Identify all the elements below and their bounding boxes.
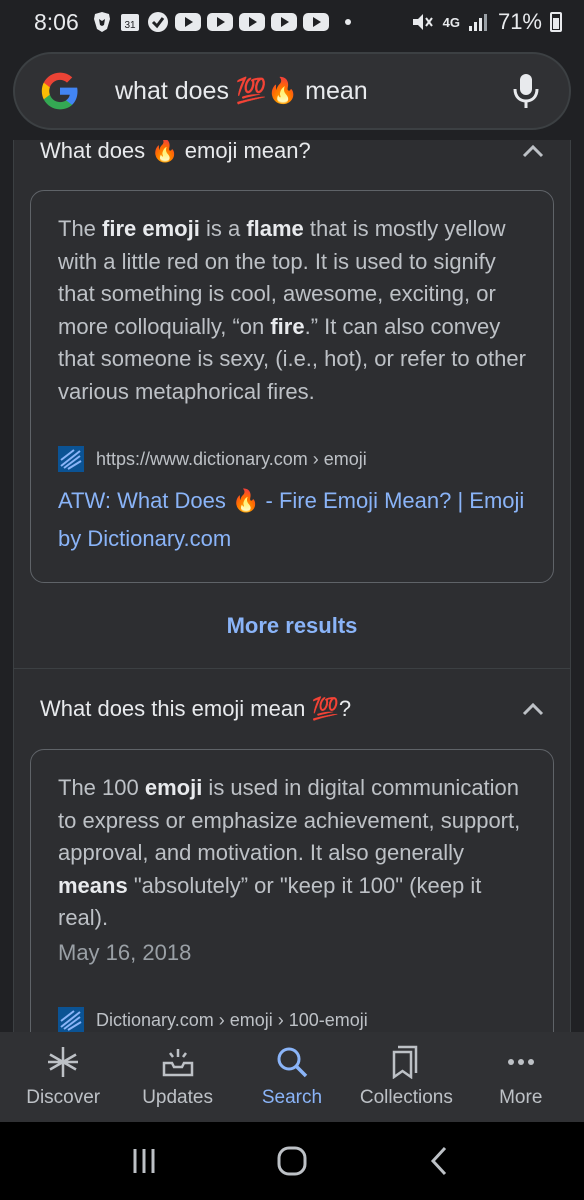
search-input[interactable]: what does 💯🔥 mean — [115, 77, 511, 106]
source-url[interactable]: https://www.dictionary.com › emoji — [96, 449, 367, 470]
home-icon[interactable] — [276, 1145, 308, 1177]
nav-updates[interactable]: Updates — [123, 1045, 233, 1109]
bottom-nav: Discover Updates Search Collections More — [0, 1032, 584, 1122]
youtube-icon — [302, 13, 329, 31]
dictionary-favicon — [58, 446, 84, 472]
more-dots-icon — [507, 1059, 534, 1065]
system-indicators: 4G 71% — [411, 9, 562, 35]
nav-label: Collections — [359, 1087, 453, 1108]
result-link[interactable]: ATW: What Does 🔥 - Fire Emoji Mean? | Em… — [58, 482, 527, 558]
answer-card-1: The fire emoji is a flame that is mostly… — [30, 190, 554, 583]
source-row[interactable]: https://www.dictionary.com › emoji — [58, 446, 527, 472]
mute-icon — [412, 14, 433, 30]
nav-label: Updates — [142, 1087, 213, 1108]
answer-segment: The — [58, 216, 103, 241]
question-text: What does 🔥 emoji mean? — [40, 140, 311, 163]
more-results-button[interactable]: More results — [14, 583, 570, 669]
source-url[interactable]: Dictionary.com › emoji › 100-emoji — [96, 1010, 368, 1031]
youtube-icon — [206, 13, 233, 31]
dictionary-favicon — [58, 1007, 84, 1032]
nav-collections[interactable]: Collections — [351, 1045, 461, 1109]
battery-icon — [550, 12, 562, 32]
battery-percent: 71% — [497, 9, 542, 34]
youtube-icon — [238, 13, 265, 31]
answer-segment: The 100 — [58, 775, 145, 800]
back-icon[interactable] — [424, 1145, 456, 1177]
network-label: 4G — [442, 14, 460, 30]
question-header-1[interactable]: What does 🔥 emoji mean? — [14, 140, 570, 170]
youtube-icon — [174, 13, 201, 31]
answer-date: May 16, 2018 — [58, 939, 192, 965]
check-icon — [147, 11, 169, 33]
more-notifications-dot — [344, 19, 351, 25]
people-also-ask-panel-2: What does this emoji mean 💯? The 100 emo… — [13, 669, 571, 1032]
answer-text: The 100 emoji is used in digital communi… — [58, 772, 527, 969]
notification-icons: 31 — [91, 11, 351, 33]
chevron-up-icon[interactable] — [522, 702, 544, 716]
nav-discover[interactable]: Discover — [8, 1045, 118, 1109]
collections-icon — [393, 1045, 418, 1079]
answer-card-2: The 100 emoji is used in digital communi… — [30, 749, 554, 1032]
answer-segment: is a — [199, 216, 247, 241]
nav-label: More — [499, 1087, 543, 1108]
question-header-2[interactable]: What does this emoji mean 💯? — [14, 669, 570, 749]
calendar-day: 31 — [124, 20, 136, 31]
signal-icon — [468, 14, 487, 31]
people-also-ask-panel: What does 🔥 emoji mean? The fire emoji i… — [13, 140, 571, 669]
nav-more[interactable]: More — [466, 1045, 576, 1109]
answer-highlight: means — [58, 872, 128, 898]
google-logo[interactable] — [39, 70, 81, 112]
answer-highlight: fire emoji — [102, 216, 200, 241]
source-row[interactable]: Dictionary.com › emoji › 100-emoji — [58, 1007, 527, 1032]
results-content[interactable]: What does 🔥 emoji mean? The fire emoji i… — [13, 140, 571, 1032]
answer-highlight: fire — [270, 313, 305, 339]
search-bar[interactable]: what does 💯🔥 mean — [13, 52, 571, 130]
search-icon — [277, 1047, 308, 1078]
question-text: What does this emoji mean 💯? — [40, 696, 352, 721]
answer-highlight: emoji — [144, 775, 203, 800]
chevron-up-icon[interactable] — [522, 144, 544, 158]
system-nav-bar — [0, 1122, 584, 1200]
brave-icon — [91, 11, 113, 33]
status-bar: 8:06 31 4G 71% — [0, 0, 584, 44]
mic-icon[interactable] — [511, 73, 541, 109]
youtube-icon — [270, 13, 297, 31]
answer-text: The fire emoji is a flame that is mostly… — [58, 213, 527, 408]
calendar-icon: 31 — [119, 11, 141, 33]
answer-highlight: flame — [246, 216, 304, 241]
nav-label: Discover — [26, 1087, 101, 1108]
nav-search[interactable]: Search — [237, 1045, 347, 1109]
nav-label: Search — [261, 1087, 323, 1108]
status-time: 8:06 — [34, 8, 79, 35]
updates-icon — [162, 1049, 193, 1077]
asterisk-icon — [48, 1047, 79, 1077]
recents-icon[interactable] — [128, 1145, 160, 1177]
